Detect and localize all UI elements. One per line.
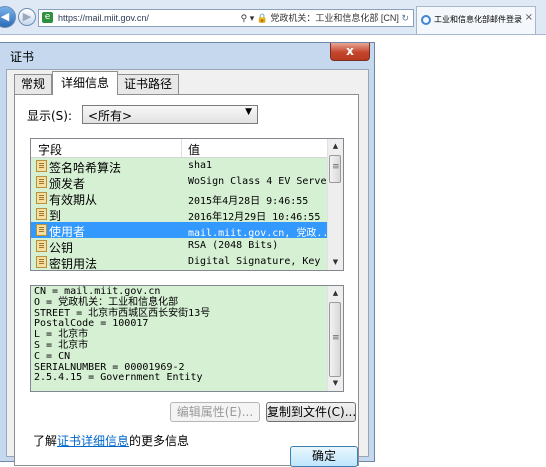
- close-button[interactable]: x: [330, 43, 370, 61]
- show-select[interactable]: <所有> ▼: [82, 105, 258, 124]
- certificate-details-link[interactable]: 证书详细信息: [57, 434, 129, 448]
- list-header: 字段 值: [31, 139, 328, 158]
- learn-more-text: 了解证书详细信息的更多信息: [33, 432, 189, 449]
- refresh-icon[interactable]: ↻: [401, 13, 409, 23]
- certificate-field-icon: [36, 240, 47, 252]
- row-field-value: mail.miit.gov.cn, 党政...: [188, 228, 335, 239]
- row-field-value: 2016年12月29日 10:46:55: [188, 212, 321, 223]
- field-detail-box[interactable]: CN = mail.miit.gov.cn O = 党政机关：工业和信息化部 STR…: [30, 285, 344, 392]
- list-row[interactable]: 颁发者 WoSign Class 4 EV Serve...: [31, 174, 343, 191]
- certificate-dialog: 证书 x 常规 详细信息 证书路径 显示(S): <所有> ▼ 字段 值 签名哈…: [0, 42, 375, 467]
- field-detail-text[interactable]: CN = mail.miit.gov.cn O = 党政机关：工业和信息化部 STR…: [34, 286, 210, 384]
- tab-certification-path[interactable]: 证书路径: [117, 74, 179, 94]
- show-label: 显示(S):: [27, 109, 73, 123]
- details-tab-panel: 显示(S): <所有> ▼ 字段 值 签名哈希算法 sha1 颁发者 WoSign C…: [14, 94, 359, 466]
- certificate-field-icon: [36, 192, 47, 204]
- scroll-up-arrow-icon[interactable]: ▲: [328, 139, 343, 154]
- detail-line: O = 党政机关：工业和信息化部: [34, 296, 179, 308]
- tab-general[interactable]: 常规: [14, 74, 52, 94]
- forward-arrow-icon[interactable]: ▶: [18, 8, 36, 26]
- tab-title: 工业和信息化部邮件登录: [434, 15, 522, 24]
- row-field-value: 2015年4月28日 9:46:55: [188, 196, 309, 207]
- ok-button[interactable]: 确定: [290, 446, 358, 467]
- dialog-content: 常规 详细信息 证书路径 显示(S): <所有> ▼ 字段 值 签名哈希算法 sh…: [6, 69, 369, 466]
- site-identity[interactable]: ⚲ ▾ 🔒 党政机关：工业和信息化部 [CN] ↻: [241, 11, 409, 25]
- scroll-thumb[interactable]: [329, 302, 341, 377]
- field-list[interactable]: 字段 值 签名哈希算法 sha1 颁发者 WoSign Class 4 EV Serv…: [30, 138, 344, 271]
- edit-properties-button[interactable]: 编辑属性(E)...: [170, 402, 260, 422]
- detail-line: 2.5.4.15 = Government Entity: [34, 372, 203, 384]
- detail-line: C = CN: [34, 350, 71, 362]
- list-row[interactable]: 签名哈希算法 sha1: [31, 158, 328, 175]
- column-divider[interactable]: [181, 139, 182, 157]
- list-row[interactable]: 有效期从 2015年4月28日 9:46:55: [31, 190, 328, 207]
- detail-scrollbar[interactable]: ▲ ▼: [327, 286, 343, 391]
- certificate-field-icon: [36, 208, 47, 220]
- list-row[interactable]: 密钥用法 Digital Signature, Key ...: [31, 254, 343, 271]
- list-row[interactable]: 使用者 mail.miit.gov.cn, 党政...: [31, 222, 334, 239]
- copy-to-file-button[interactable]: 复制到文件(C)...: [266, 402, 356, 422]
- scroll-up-arrow-icon[interactable]: ▲: [328, 286, 343, 301]
- browser-tab[interactable]: 工业和信息化部邮件登录 ×: [416, 6, 536, 34]
- list-row[interactable]: 公钥 RSA (2048 Bits): [31, 238, 328, 255]
- tab-details[interactable]: 详细信息: [52, 71, 118, 95]
- field-list-scrollbar[interactable]: ▲ ▼: [327, 139, 343, 270]
- scroll-down-arrow-icon[interactable]: ▼: [328, 376, 343, 391]
- row-field-value: RSA (2048 Bits): [188, 240, 279, 251]
- row-field-value: sha1: [188, 160, 213, 171]
- row-field-name: 密钥用法: [49, 257, 98, 271]
- address-bar[interactable]: e https://mail.miit.gov.cn/ ⚲ ▾ 🔒 党政机关：工…: [38, 9, 414, 27]
- row-field-value: Digital Signature, Key ...: [188, 256, 344, 267]
- ie-favicon-icon: [421, 15, 431, 25]
- scroll-thumb[interactable]: [329, 155, 341, 183]
- learn-more-suffix: 的更多信息: [129, 434, 190, 448]
- tab-close-icon[interactable]: ×: [525, 12, 533, 23]
- site-favicon-icon: e: [42, 12, 53, 23]
- learn-more-prefix: 了解: [33, 434, 58, 448]
- site-identity-text[interactable]: ⚲ ▾ 🔒 党政机关：工业和信息化部 [CN]: [241, 13, 399, 23]
- certificate-field-icon: [36, 176, 47, 188]
- scroll-down-arrow-icon[interactable]: ▼: [328, 255, 343, 270]
- certificate-field-icon: [36, 160, 47, 172]
- back-arrow-icon[interactable]: ◀: [0, 6, 16, 28]
- dialog-title: 证书: [10, 50, 35, 64]
- row-field-value: WoSign Class 4 EV Serve...: [188, 176, 344, 187]
- chevron-down-icon: ▼: [245, 107, 252, 117]
- browser-toolbar: ◀ ▶ e https://mail.miit.gov.cn/ ⚲ ▾ 🔒 党政…: [0, 0, 546, 35]
- column-header-field[interactable]: 字段: [38, 141, 62, 158]
- list-row[interactable]: 到 2016年12月29日 10:46:55: [31, 206, 328, 223]
- show-select-value: <所有>: [88, 109, 133, 123]
- certificate-field-icon: [36, 224, 47, 236]
- certificate-field-icon: [36, 256, 47, 268]
- column-header-value[interactable]: 值: [188, 141, 200, 158]
- address-url[interactable]: https://mail.miit.gov.cn/: [58, 11, 149, 25]
